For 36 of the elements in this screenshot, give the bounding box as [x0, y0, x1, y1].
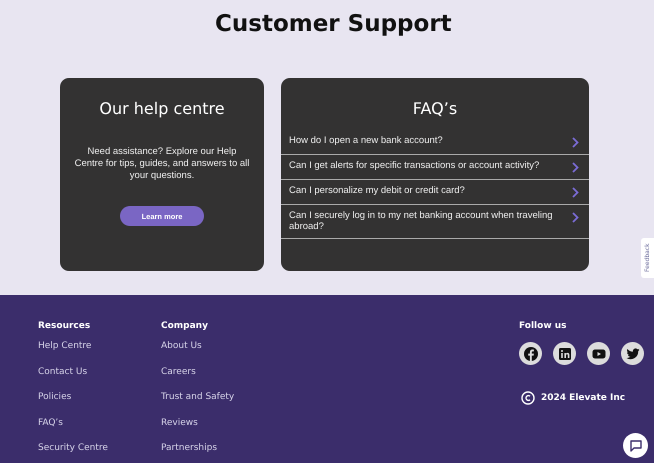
- footer-link[interactable]: Help Centre: [38, 340, 161, 352]
- copyright-icon: [521, 391, 535, 405]
- follow-heading: Follow us: [519, 320, 568, 332]
- faq-item[interactable]: Can I securely log in to my net banking account when traveling abroad?: [281, 205, 589, 239]
- footer-link[interactable]: About Us: [161, 340, 284, 352]
- footer-link[interactable]: Partnerships: [161, 442, 284, 454]
- page-title: Customer Support: [215, 10, 452, 39]
- column-heading: Resources: [38, 320, 92, 332]
- chevron-icon: [572, 162, 579, 173]
- social-button[interactable]: [553, 342, 576, 365]
- column-heading: Company: [161, 320, 209, 332]
- chevron-icon: [572, 187, 579, 198]
- faq-item[interactable]: How do I open a new bank account?: [281, 130, 589, 155]
- social-button[interactable]: [587, 342, 610, 365]
- chat-icon: [628, 438, 642, 452]
- linkedin-icon: [556, 346, 572, 362]
- footer-link[interactable]: Careers: [161, 366, 284, 378]
- chevron-icon: [572, 137, 579, 148]
- help-text: Need assistance? Explore our Help Centre for tips, guides, and answers to all your questions.: [74, 146, 250, 182]
- chevron-icon: [572, 212, 579, 223]
- facebook-icon: [522, 346, 538, 362]
- footer-link[interactable]: Policies: [38, 391, 161, 403]
- footer-link[interactable]: Security Centre: [38, 442, 161, 454]
- twitter-icon: [624, 346, 640, 362]
- chat-button[interactable]: [623, 433, 648, 458]
- faq-item[interactable]: Can I personalize my debit or credit card?: [281, 180, 589, 205]
- faq-item[interactable]: Can I get alerts for specific transactions or account activity?: [281, 155, 589, 180]
- copyright-text: 2024 Elevate Inc: [541, 393, 626, 403]
- card-title: FAQ’s: [412, 98, 458, 120]
- footer-link[interactable]: Trust and Safety: [161, 391, 284, 403]
- footer-link[interactable]: Contact Us: [38, 366, 161, 378]
- footer-link[interactable]: Reviews: [161, 416, 284, 428]
- footer-link[interactable]: FAQ’s: [38, 416, 161, 428]
- card-title: Our help centre: [99, 98, 225, 120]
- social-button[interactable]: [519, 342, 542, 365]
- social-button[interactable]: [621, 342, 644, 365]
